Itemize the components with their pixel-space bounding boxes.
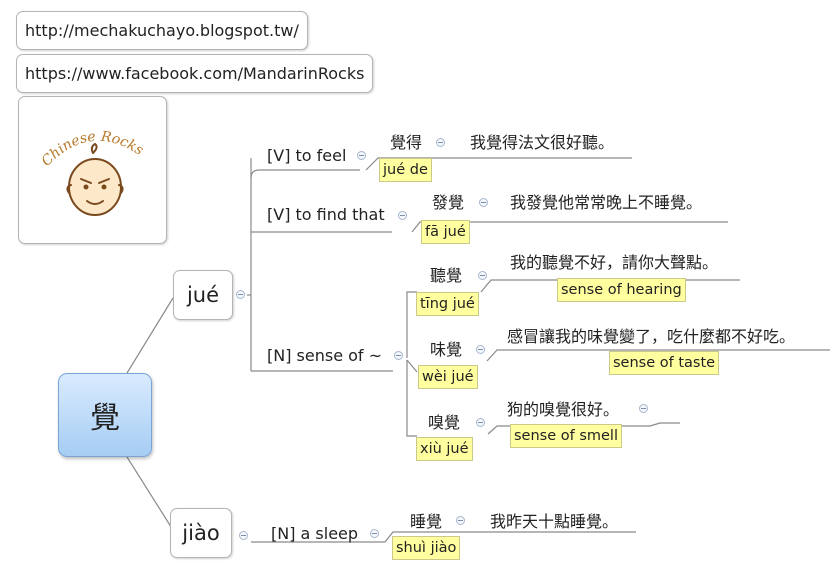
word-fa-jue: 發覺 <box>432 193 465 212</box>
collapse-a-sleep-icon[interactable] <box>370 529 379 538</box>
collapse-jiao-icon[interactable] <box>239 531 248 540</box>
example-wei-jue: 感冒讓我的味覺變了，吃什麼都不好吃。 <box>507 327 796 346</box>
pinyin-fa-jue: fā jué <box>421 220 470 244</box>
node-jiao-label: jiào <box>182 521 220 545</box>
collapse-shui-jiao-icon[interactable] <box>456 516 465 525</box>
meaning-find-that: [V] to find that <box>267 205 385 224</box>
collapse-xiu-jue-icon[interactable] <box>476 418 485 427</box>
url-box-blog[interactable]: http://mechakuchayo.blogspot.tw/ <box>16 11 308 50</box>
logo-box: Chinese Rocks <box>18 96 167 244</box>
example-xiu-jue: 狗的嗅覺很好。 <box>507 400 620 419</box>
collapse-wei-jue-icon[interactable] <box>476 345 485 354</box>
node-jue-label: jué <box>186 283 220 307</box>
url-text-facebook: https://www.facebook.com/MandarinRocks <box>25 64 365 83</box>
gloss-sense-of-smell: sense of smell <box>510 424 622 448</box>
connector-central-jue <box>126 297 174 374</box>
word-ting-jue: 聽覺 <box>430 266 463 285</box>
connector-central-jiao <box>126 456 174 531</box>
word-shui-jiao: 睡覺 <box>410 512 443 531</box>
url-box-facebook[interactable]: https://www.facebook.com/MandarinRocks <box>16 54 374 93</box>
example-fa-jue: 我發覺他常常晚上不睡覺。 <box>510 193 703 212</box>
connector-sense-trunk-down <box>406 360 417 437</box>
collapse-jue-icon[interactable] <box>236 290 245 299</box>
gloss-sense-of-hearing: sense of hearing <box>557 278 686 302</box>
pinyin-xiu-jue: xiù jué <box>416 437 473 461</box>
pinyin-jue-de: jué de <box>379 158 432 182</box>
connector-to-feel <box>250 169 360 179</box>
central-character: 覺 <box>90 401 120 436</box>
example-jue-de: 我覺得法文很好聽。 <box>470 133 615 152</box>
node-jiao[interactable]: jiào <box>170 508 232 558</box>
word-jue-de: 覺得 <box>390 133 423 152</box>
central-node[interactable]: 覺 <box>58 373 152 457</box>
collapse-fa-jue-icon[interactable] <box>479 198 488 207</box>
node-jue[interactable]: jué <box>173 270 233 320</box>
collapse-xiu-jue-example-icon[interactable] <box>639 404 648 413</box>
meaning-a-sleep: [N] a sleep <box>271 524 359 543</box>
collapse-find-that-icon[interactable] <box>398 211 407 220</box>
collapse-ting-jue-icon[interactable] <box>478 271 487 280</box>
pinyin-wei-jue: wèi jué <box>418 365 478 389</box>
word-xiu-jue: 嗅覺 <box>428 413 461 432</box>
collapse-sense-of-icon[interactable] <box>394 351 403 360</box>
collapse-jue-de-icon[interactable] <box>436 138 445 147</box>
url-text-blog: http://mechakuchayo.blogspot.tw/ <box>25 21 299 40</box>
meaning-sense-of: [N] sense of ~ <box>267 346 383 365</box>
word-wei-jue: 味覺 <box>430 340 463 359</box>
collapse-to-feel-icon[interactable] <box>357 151 366 160</box>
gloss-sense-of-taste: sense of taste <box>609 351 720 375</box>
pinyin-ting-jue: tīng jué <box>416 292 479 316</box>
example-ting-jue: 我的聽覺不好，請你大聲點。 <box>510 253 719 272</box>
meaning-to-feel: [V] to feel <box>267 146 347 165</box>
cartoon-face-icon: Chinese Rocks <box>38 129 146 216</box>
pinyin-shui-jiao: shuì jiào <box>392 536 461 560</box>
example-shui-jiao: 我昨天十點睡覺。 <box>490 512 619 531</box>
